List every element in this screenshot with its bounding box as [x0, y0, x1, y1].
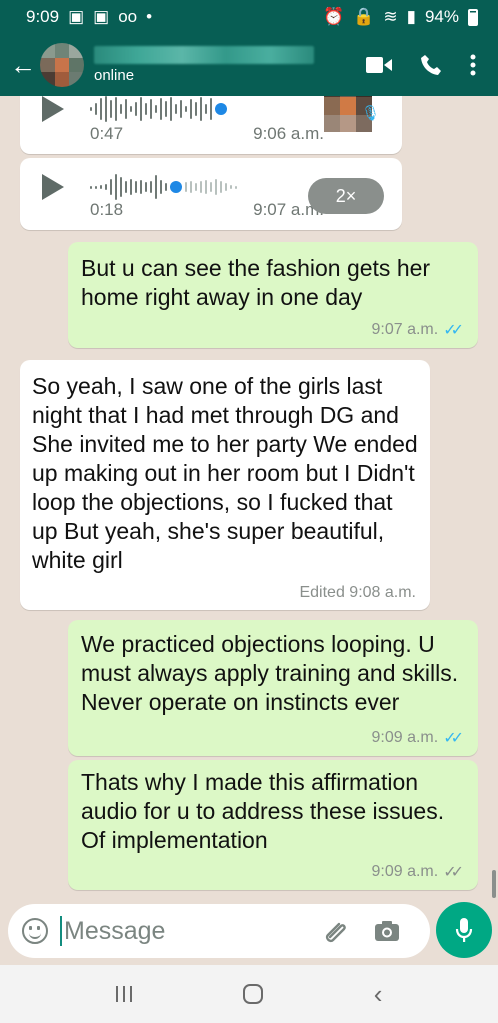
message-time: 9:06 a.m. [253, 124, 324, 143]
scrollbar[interactable] [492, 870, 496, 898]
playback-speed-button[interactable]: 2× [308, 178, 384, 214]
message-input[interactable] [64, 916, 314, 946]
emoji-icon[interactable] [22, 918, 48, 944]
read-ticks-icon: ✓✓ [443, 730, 464, 747]
dot-icon: • [146, 7, 153, 26]
phone-icon[interactable] [420, 54, 442, 76]
voice-message[interactable]: 0:18 9:07 a.m. 2× [20, 158, 402, 230]
lock-icon: 🔒 [353, 7, 375, 26]
camera-icon[interactable] [374, 920, 400, 942]
contact-avatar[interactable] [40, 43, 84, 87]
voice-duration: 0:47 [90, 124, 124, 143]
home-icon[interactable] [242, 984, 263, 1004]
voice-message[interactable]: 0:47 9:06 a.m. 🎙 [20, 96, 402, 154]
battery-percent: 94% [424, 7, 459, 26]
message-list[interactable]: 0:47 9:06 a.m. 🎙 0:18 9:07 a.m. 2× But u… [0, 96, 498, 958]
message-text: Thats why I made this affirmation audio … [81, 769, 445, 853]
message-time: 9:07 a.m. [371, 321, 439, 338]
nav-back-icon[interactable]: ‹ [374, 979, 383, 1010]
text-cursor [60, 916, 62, 946]
incoming-message[interactable]: So yeah, I saw one of the girls last nig… [20, 360, 430, 610]
waveform[interactable] [90, 172, 237, 202]
back-arrow-icon[interactable]: ← [0, 52, 40, 78]
outgoing-message[interactable]: Thats why I made this affirmation audio … [68, 760, 478, 890]
contact-name-redacted [94, 46, 314, 64]
message-edited-time: Edited 9:08 a.m. [299, 584, 416, 601]
message-text: But u can see the fashion gets her home … [81, 255, 431, 310]
more-options-icon[interactable] [470, 54, 476, 76]
play-icon[interactable] [42, 96, 64, 122]
signal-icon: ▮ [406, 7, 416, 26]
wifi-icon: ≋ [383, 7, 398, 26]
voice-duration: 0:18 [90, 200, 124, 219]
message-text: We practiced objections looping. U must … [81, 631, 459, 715]
mic-icon [455, 918, 473, 942]
message-time: 9:09 a.m. [371, 729, 439, 746]
app-notification-icon: ▣ [93, 7, 110, 26]
battery-icon [468, 8, 478, 26]
alarm-icon: ⏰ [323, 7, 345, 26]
status-bar: 9:09 ▣ ▣ ᴏᴏ • ⏰ 🔒 ≋ ▮ 94% [0, 0, 498, 34]
message-text: So yeah, I saw one of the girls last nig… [32, 373, 418, 573]
mic-button[interactable] [436, 902, 492, 958]
outgoing-message[interactable]: We practiced objections looping. U must … [68, 620, 478, 756]
system-navbar: ‹ [0, 965, 498, 1023]
recent-apps-icon[interactable] [115, 986, 132, 1002]
message-time: 9:09 a.m. [371, 863, 439, 880]
play-icon[interactable] [42, 174, 64, 200]
video-call-icon[interactable] [366, 56, 392, 74]
contact-info[interactable]: online [94, 46, 366, 84]
waveform[interactable] [90, 96, 227, 124]
gallery-notification-icon: ▣ [68, 7, 85, 26]
chat-header: ← online [0, 34, 498, 96]
voice-mic-icon: 🎙 [360, 105, 380, 122]
status-time: 9:09 [26, 7, 60, 26]
read-ticks-icon: ✓✓ [443, 322, 464, 339]
message-composer [8, 904, 430, 958]
voicemail-icon: ᴏᴏ [118, 7, 138, 26]
attach-icon[interactable] [322, 917, 350, 945]
outgoing-message[interactable]: But u can see the fashion gets her home … [68, 242, 478, 348]
contact-status: online [94, 67, 135, 84]
delivered-ticks-icon: ✓✓ [443, 864, 464, 881]
